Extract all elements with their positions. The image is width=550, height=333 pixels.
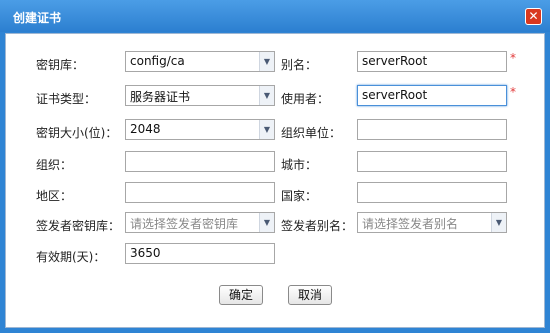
close-button[interactable]: ✕ bbox=[525, 8, 542, 25]
keystore-label: 密钥库： bbox=[36, 58, 85, 72]
chevron-down-icon: ▼ bbox=[259, 52, 274, 71]
validity-input[interactable]: 3650 bbox=[125, 243, 275, 264]
ok-button[interactable]: 确定 bbox=[219, 285, 263, 305]
user-required-marker: * bbox=[510, 85, 516, 99]
cert-type-select[interactable]: 服务器证书 ▼ bbox=[125, 85, 275, 106]
issuer-keystore-select[interactable]: 请选择签发者密钥库 ▼ bbox=[125, 212, 275, 233]
org-input[interactable] bbox=[125, 151, 275, 172]
country-label: 国家： bbox=[281, 189, 318, 203]
key-size-value: 2048 bbox=[130, 122, 161, 136]
chevron-down-icon: ▼ bbox=[259, 213, 274, 232]
region-input[interactable] bbox=[125, 182, 275, 203]
title-bar: 创建证书 ✕ bbox=[0, 0, 550, 32]
org-unit-input[interactable] bbox=[357, 119, 507, 140]
keystore-select[interactable]: config/ca ▼ bbox=[125, 51, 275, 72]
issuer-alias-label: 签发者别名： bbox=[281, 219, 354, 233]
issuer-alias-select[interactable]: 请选择签发者别名 ▼ bbox=[357, 212, 507, 233]
chevron-down-icon: ▼ bbox=[491, 213, 506, 232]
key-size-label: 密钥大小(位)： bbox=[36, 126, 118, 140]
chevron-down-icon: ▼ bbox=[259, 86, 274, 105]
key-size-select[interactable]: 2048 ▼ bbox=[125, 119, 275, 140]
close-icon: ✕ bbox=[528, 9, 539, 23]
city-input[interactable] bbox=[357, 151, 507, 172]
region-label: 地区： bbox=[36, 189, 73, 203]
cancel-button[interactable]: 取消 bbox=[288, 285, 332, 305]
city-label: 城市： bbox=[281, 158, 318, 172]
chevron-down-icon: ▼ bbox=[259, 120, 274, 139]
issuer-keystore-label: 签发者密钥库： bbox=[36, 219, 121, 233]
country-input[interactable] bbox=[357, 182, 507, 203]
validity-label: 有效期(天)： bbox=[36, 250, 106, 264]
issuer-alias-placeholder: 请选择签发者别名 bbox=[362, 217, 459, 231]
keystore-value: config/ca bbox=[130, 54, 185, 68]
user-value: serverRoot bbox=[362, 88, 428, 102]
cert-type-label: 证书类型： bbox=[36, 92, 97, 106]
alias-required-marker: * bbox=[510, 51, 516, 65]
dialog-title: 创建证书 bbox=[13, 11, 62, 25]
org-label: 组织： bbox=[36, 158, 73, 172]
alias-input[interactable]: serverRoot bbox=[357, 51, 507, 72]
form-panel: 密钥库： config/ca ▼ 别名： serverRoot * 证书类型： … bbox=[5, 33, 545, 328]
user-input[interactable]: serverRoot bbox=[357, 85, 507, 106]
validity-value: 3650 bbox=[130, 246, 161, 260]
alias-value: serverRoot bbox=[362, 54, 428, 68]
cert-type-value: 服务器证书 bbox=[130, 90, 191, 104]
alias-label: 别名： bbox=[281, 58, 318, 72]
create-certificate-dialog: 创建证书 ✕ 密钥库： config/ca ▼ 别名： serverRoot *… bbox=[0, 0, 550, 333]
user-label: 使用者： bbox=[281, 92, 330, 106]
org-unit-label: 组织单位： bbox=[281, 126, 342, 140]
issuer-keystore-placeholder: 请选择签发者密钥库 bbox=[130, 217, 239, 231]
